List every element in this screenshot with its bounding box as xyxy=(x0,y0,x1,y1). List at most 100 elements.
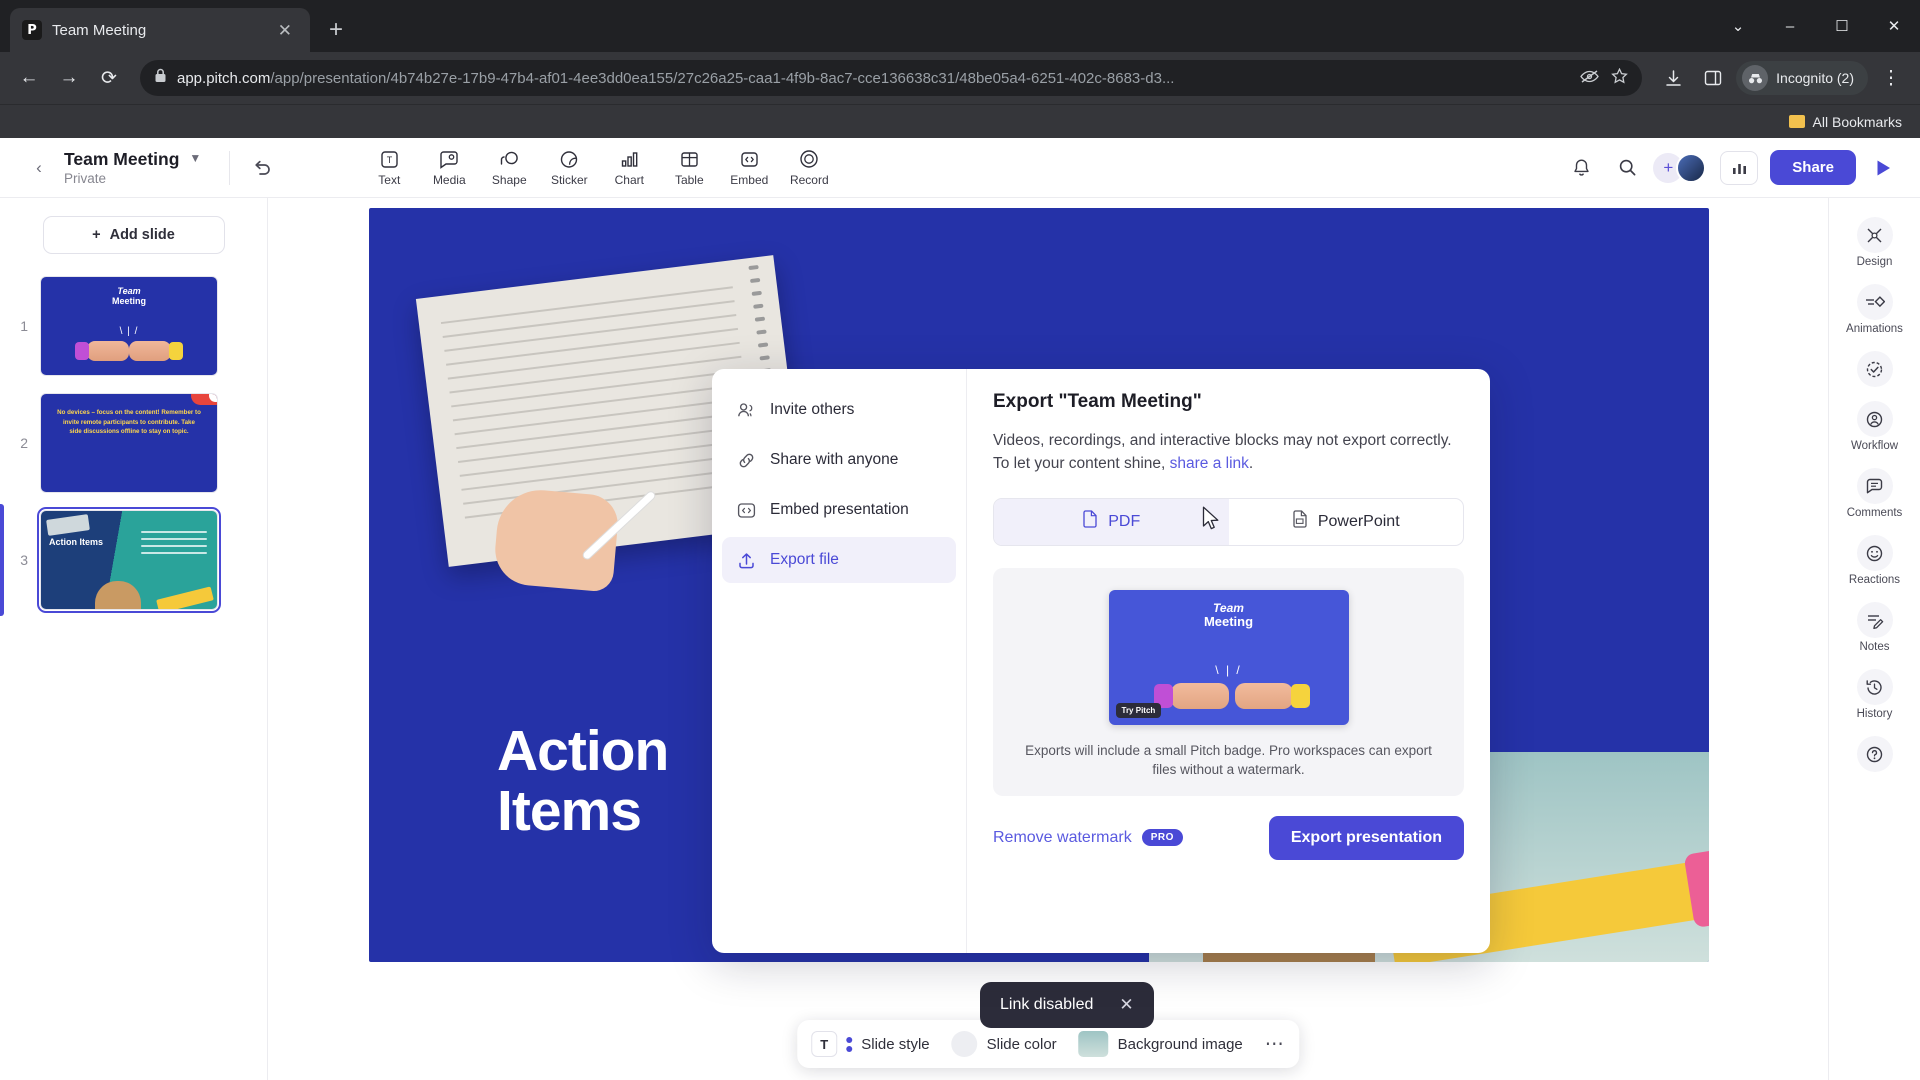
forward-icon[interactable]: → xyxy=(52,61,86,95)
toast-message: Link disabled xyxy=(1000,996,1094,1013)
new-tab-button[interactable]: + xyxy=(318,12,354,48)
slide-style-button[interactable]: T Slide style xyxy=(811,1031,930,1057)
tool-shape[interactable]: Shape xyxy=(480,146,538,189)
minimize-button[interactable]: – xyxy=(1764,0,1816,52)
slide-number: 2 xyxy=(20,435,28,451)
close-icon[interactable]: ✕ xyxy=(1119,995,1133,1015)
export-description: Videos, recordings, and interactive bloc… xyxy=(993,432,1452,473)
privacy-label: Private xyxy=(64,170,107,186)
side-panel-icon[interactable] xyxy=(1696,61,1730,95)
color-dots-icon xyxy=(846,1036,853,1052)
share-button[interactable]: Share xyxy=(1770,150,1856,185)
analytics-bars-icon[interactable] xyxy=(1720,150,1759,185)
tool-label: Embed xyxy=(730,173,769,187)
sidebar-item-design[interactable]: Design xyxy=(1836,210,1914,275)
kebab-menu-icon[interactable]: ⋮ xyxy=(1874,61,1908,95)
toggle-badge[interactable] xyxy=(191,394,217,405)
sidebar-item-reactions[interactable]: Reactions xyxy=(1836,528,1914,593)
menu-item-export-file[interactable]: Export file xyxy=(722,537,956,583)
sidebar-item-label: Workflow xyxy=(1850,440,1899,452)
pdf-file-icon xyxy=(1082,510,1098,533)
sidebar-item-label: Notes xyxy=(1859,641,1890,653)
sidebar-item-workflow[interactable] xyxy=(1836,344,1914,392)
all-bookmarks-label[interactable]: All Bookmarks xyxy=(1813,114,1902,130)
slide-list-item[interactable]: 3 Action Items xyxy=(0,504,267,616)
notebook-lines-graphic xyxy=(440,286,758,530)
slide-thumbnail[interactable]: Team Meeting \ | / xyxy=(40,276,218,376)
export-panel: Export "Team Meeting" Videos, recordings… xyxy=(967,369,1490,953)
tool-table[interactable]: Table xyxy=(660,146,718,189)
thumb-pencil-graphic xyxy=(156,586,214,609)
sidebar-item-label: Comments xyxy=(1846,507,1903,519)
sidebar-item-help[interactable] xyxy=(1836,729,1914,779)
menu-item-share-with-anyone[interactable]: Share with anyone xyxy=(722,437,956,483)
chevron-down-icon[interactable]: ▼ xyxy=(189,151,201,166)
notification-bell-icon[interactable] xyxy=(1561,148,1601,188)
thumb-photo-graphic xyxy=(46,514,90,536)
menu-item-label: Embed presentation xyxy=(770,501,909,518)
tool-media[interactable]: Media xyxy=(420,146,478,189)
undo-icon[interactable] xyxy=(242,148,282,188)
fist-left-graphic xyxy=(75,341,129,361)
tab-powerpoint[interactable]: PowerPoint xyxy=(1229,499,1464,545)
sidebar-item-animations[interactable]: Animations xyxy=(1836,277,1914,342)
tab-pdf[interactable]: PDF xyxy=(994,498,1229,545)
chevron-left-icon[interactable]: ‹ xyxy=(22,158,56,178)
menu-item-invite-others[interactable]: Invite others xyxy=(722,387,956,433)
export-presentation-button[interactable]: Export presentation xyxy=(1268,815,1464,860)
thumb-lines-graphic xyxy=(141,531,207,559)
sidebar-item-comments[interactable]: Comments xyxy=(1836,461,1914,526)
fist-right-graphic xyxy=(1234,682,1310,709)
sidebar-item-history[interactable]: History xyxy=(1836,662,1914,727)
slide-thumbnail[interactable]: No devices – focus on the content! Remem… xyxy=(40,393,218,493)
collaborator-avatars[interactable]: + xyxy=(1653,152,1707,183)
tool-chart[interactable]: Chart xyxy=(600,146,658,189)
star-icon[interactable] xyxy=(1611,67,1629,88)
slide-list-item[interactable]: 1 Team Meeting \ | / xyxy=(0,276,267,376)
profile-label: Incognito (2) xyxy=(1776,70,1854,86)
menu-item-embed-presentation[interactable]: Embed presentation xyxy=(722,487,956,533)
background-image-button[interactable]: Background image xyxy=(1078,1031,1243,1057)
ellipsis-icon[interactable]: ⋯ xyxy=(1265,1033,1285,1056)
thumb-title: Team Meeting xyxy=(111,286,146,306)
design-scissors-icon xyxy=(1856,217,1893,253)
tool-embed[interactable]: Embed xyxy=(720,146,778,189)
address-bar[interactable]: app.pitch.com/app/presentation/4b74b27e-… xyxy=(140,60,1643,96)
profile-chip[interactable]: Incognito (2) xyxy=(1736,61,1868,95)
share-a-link-link[interactable]: share a link xyxy=(1170,455,1249,472)
try-pitch-badge: Try Pitch xyxy=(1115,702,1162,718)
url-domain: app.pitch.com xyxy=(177,69,271,87)
browser-tab[interactable]: P Team Meeting ✕ xyxy=(10,8,310,52)
maximize-button[interactable]: ☐ xyxy=(1816,0,1868,52)
slide-thumbnail[interactable]: Action Items xyxy=(37,507,221,613)
sidebar-item-notes[interactable]: Notes xyxy=(1836,595,1914,660)
page-title[interactable]: Team Meeting xyxy=(64,149,179,169)
eye-off-icon[interactable] xyxy=(1580,69,1599,88)
slide-color-button[interactable]: Slide color xyxy=(951,1031,1057,1057)
tool-record[interactable]: Record xyxy=(780,146,838,189)
people-icon xyxy=(736,402,756,418)
tool-label: Table xyxy=(674,173,704,187)
slides-sidebar: + Add slide 1 Team Meeting \ | / 2 No de… xyxy=(0,198,268,1080)
slide-headline[interactable]: Action Items xyxy=(497,721,669,842)
avatar[interactable] xyxy=(1676,152,1707,183)
record-circle-icon xyxy=(799,148,819,170)
divider xyxy=(229,150,231,185)
chevron-down-icon[interactable]: ⌄ xyxy=(1712,0,1764,52)
right-sidebar: Design Animations Workflow Comments Reac… xyxy=(1828,198,1920,1080)
slide-style-label: Slide style xyxy=(861,1035,930,1053)
reload-icon[interactable]: ⟳ xyxy=(92,61,126,95)
sidebar-item-workflow-assignee[interactable]: Workflow xyxy=(1836,394,1914,459)
tool-label: Record xyxy=(789,173,829,187)
add-slide-button[interactable]: + Add slide xyxy=(42,216,225,254)
search-icon[interactable] xyxy=(1607,148,1647,188)
close-icon[interactable]: ✕ xyxy=(272,20,298,41)
back-icon[interactable]: ← xyxy=(12,61,46,95)
remove-watermark-link[interactable]: Remove watermark PRO xyxy=(993,829,1183,847)
download-icon[interactable] xyxy=(1656,61,1690,95)
tool-sticker[interactable]: Sticker xyxy=(540,146,598,189)
window-close-button[interactable]: ✕ xyxy=(1868,0,1920,52)
tool-text[interactable]: T Text xyxy=(360,146,418,189)
slide-list-item[interactable]: 2 No devices – focus on the content! Rem… xyxy=(0,393,267,493)
play-icon[interactable] xyxy=(1864,149,1902,187)
